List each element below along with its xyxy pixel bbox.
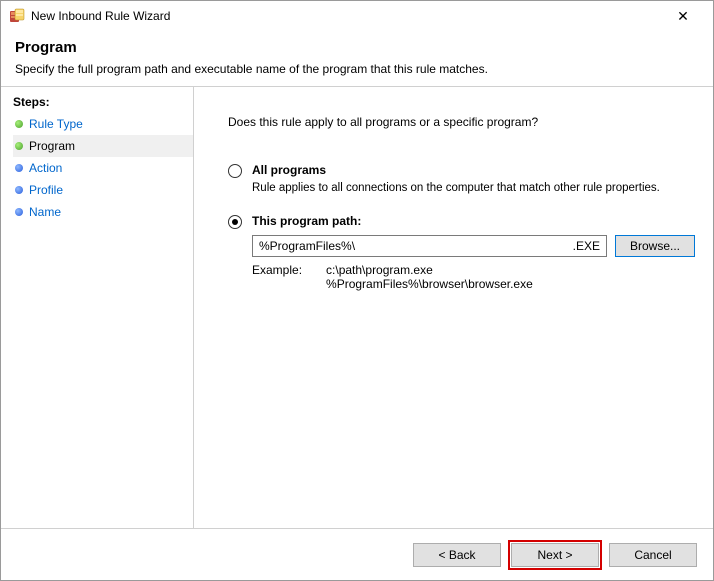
titlebar: New Inbound Rule Wizard ✕ — [1, 1, 713, 31]
step-action[interactable]: Action — [13, 157, 193, 179]
browse-button[interactable]: Browse... — [615, 235, 695, 257]
example-label: Example: — [252, 263, 302, 291]
program-path-input-wrap: .EXE — [252, 235, 607, 257]
step-bullet-icon — [15, 142, 23, 150]
radio-label: All programs — [252, 163, 326, 177]
program-path-input[interactable] — [259, 239, 573, 253]
steps-heading: Steps: — [13, 95, 193, 109]
step-profile[interactable]: Profile — [13, 179, 193, 201]
cancel-button[interactable]: Cancel — [609, 543, 697, 567]
step-program[interactable]: Program — [13, 135, 193, 157]
question-text: Does this rule apply to all programs or … — [228, 115, 695, 129]
radio-all-programs[interactable]: All programs — [228, 163, 695, 178]
radio-all-desc: Rule applies to all connections on the c… — [252, 182, 695, 194]
wizard-content: Does this rule apply to all programs or … — [194, 87, 713, 528]
wizard-body: Steps: Rule Type Program Action Profile — [1, 87, 713, 528]
step-bullet-icon — [15, 164, 23, 172]
radio-icon[interactable] — [228, 164, 242, 178]
step-label[interactable]: Program — [29, 139, 75, 153]
step-label[interactable]: Rule Type — [29, 117, 83, 131]
titlebar-left: New Inbound Rule Wizard — [9, 8, 170, 24]
step-label[interactable]: Name — [29, 205, 61, 219]
example-path-2: %ProgramFiles%\browser\browser.exe — [326, 277, 533, 291]
back-button[interactable]: < Back — [413, 543, 501, 567]
example-row: Example: c:\path\program.exe %ProgramFil… — [252, 263, 695, 291]
step-bullet-icon — [15, 120, 23, 128]
example-paths: c:\path\program.exe %ProgramFiles%\brows… — [326, 263, 533, 291]
steps-sidebar: Steps: Rule Type Program Action Profile — [1, 87, 193, 528]
step-bullet-icon — [15, 208, 23, 216]
step-bullet-icon — [15, 186, 23, 194]
exe-extension-label: .EXE — [573, 239, 600, 253]
step-rule-type[interactable]: Rule Type — [13, 113, 193, 135]
firewall-wizard-icon — [9, 8, 25, 24]
example-path-1: c:\path\program.exe — [326, 263, 533, 277]
wizard-window: New Inbound Rule Wizard ✕ Program Specif… — [0, 0, 714, 581]
step-label[interactable]: Profile — [29, 183, 63, 197]
page-subtitle: Specify the full program path and execut… — [15, 62, 699, 76]
page-title: Program — [15, 39, 699, 56]
wizard-header: Program Specify the full program path an… — [1, 31, 713, 86]
radio-icon[interactable] — [228, 215, 242, 229]
radio-this-program-path[interactable]: This program path: — [228, 214, 695, 229]
step-name[interactable]: Name — [13, 201, 193, 223]
step-label[interactable]: Action — [29, 161, 62, 175]
program-path-row: .EXE Browse... — [252, 235, 695, 257]
window-title: New Inbound Rule Wizard — [31, 9, 170, 23]
steps-list: Rule Type Program Action Profile Name — [13, 113, 193, 223]
radio-label: This program path: — [252, 214, 361, 228]
close-button[interactable]: ✕ — [663, 2, 703, 30]
next-button[interactable]: Next > — [511, 543, 599, 567]
wizard-footer: < Back Next > Cancel — [1, 528, 713, 580]
